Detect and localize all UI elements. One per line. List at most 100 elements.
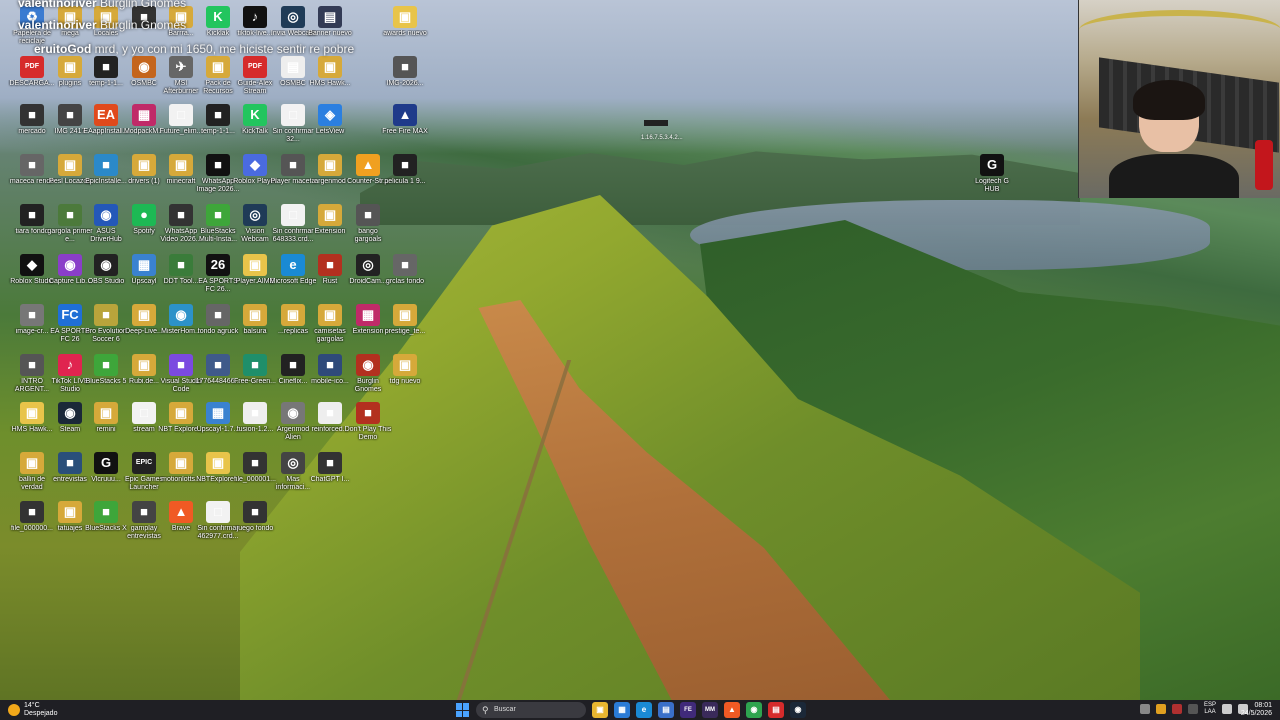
app-icon: ■ — [20, 154, 44, 176]
app-icon: ■ — [243, 402, 267, 424]
tray-app-icon[interactable] — [1172, 704, 1182, 714]
app-icon: ▲ — [393, 104, 417, 126]
chat-username: valentinoriver — [18, 18, 97, 32]
app-icon: ◎ — [281, 452, 305, 474]
store-icon[interactable]: ▤ — [658, 702, 674, 718]
weather-widget[interactable]: 14°C Despejado — [8, 702, 57, 718]
app-icon: □ — [206, 501, 230, 523]
desktop-icon[interactable]: ▣ awards nuevo — [381, 2, 429, 50]
app-icon: ■ — [132, 501, 156, 523]
chat-text: Burglin Gnomes — [100, 0, 187, 10]
widgets-icon[interactable]: ▦ — [614, 702, 630, 718]
desktop-icon[interactable]: ■ pelicula 1 9... — [381, 150, 429, 198]
app-icon: ▣ — [132, 304, 156, 326]
app-icon: e — [281, 254, 305, 276]
app-icon: ▣ — [393, 6, 417, 28]
app-icon: ■ — [356, 402, 380, 424]
desktop-icon[interactable]: ▣ HMS Hawk... — [306, 52, 354, 100]
chrome-icon[interactable]: ◉ — [746, 702, 762, 718]
steam-icon[interactable]: ◉ — [790, 702, 806, 718]
desktop-icon-label: bango gargoals — [354, 228, 382, 243]
app-icon: ▤ — [281, 56, 305, 78]
app-icon: ◉ — [169, 304, 193, 326]
mm-icon[interactable]: MM — [702, 702, 718, 718]
language-indicator[interactable]: ESP LAA — [1204, 702, 1216, 716]
app-icon: ▣ — [318, 204, 342, 226]
app-icon: ■ — [206, 204, 230, 226]
app-icon: ◉ — [94, 204, 118, 226]
app-icon: ■ — [318, 254, 342, 276]
windows-logo-icon — [456, 710, 462, 717]
desktop-icon-label: tdg nuevo — [389, 378, 421, 385]
fe-icon[interactable]: FE — [680, 702, 696, 718]
desktop-icon[interactable]: ■ IMG-2026... — [381, 52, 429, 100]
file-explorer-icon[interactable]: ▣ — [592, 702, 608, 718]
app-icon: ▣ — [318, 154, 342, 176]
desktop-icon[interactable]: ■ ChatGPT I... — [306, 448, 354, 496]
app-icon: ▣ — [243, 304, 267, 326]
app-icon: ♪ — [58, 354, 82, 376]
app-icon: ✈ — [169, 56, 193, 78]
desktop-icon-label: ChatGPT I... — [310, 476, 350, 483]
app-icon: ▦ — [356, 304, 380, 326]
system-tray: ESP LAA — [1140, 702, 1249, 716]
brave-icon[interactable]: ▲ — [724, 702, 740, 718]
desktop-icon-label: IMG-2026... — [386, 80, 424, 87]
search-placeholder: Buscar — [494, 706, 516, 713]
app-icon: ■ — [94, 304, 118, 326]
app-icon: ◈ — [318, 104, 342, 126]
desktop-icon[interactable]: ▲ Free Fire MAX — [381, 100, 429, 148]
app-icon: ▣ — [20, 402, 44, 424]
app-icon: ■ — [393, 56, 417, 78]
app-icon: ● — [132, 204, 156, 226]
app-icon: ▲ — [169, 501, 193, 523]
app-icon: ▦ — [132, 104, 156, 126]
app-icon: ■ — [318, 402, 342, 424]
chat-message: valentinoriver Burglin Gnomes — [18, 0, 186, 10]
clock[interactable]: 08:01 24/5/2026 — [1241, 702, 1272, 718]
chevron-up-icon[interactable] — [1140, 704, 1150, 714]
webcam-hair — [1133, 80, 1205, 120]
weather-temp: 14°C — [24, 702, 40, 709]
app-icon: ▣ — [58, 56, 82, 78]
app-icon: ■ — [94, 501, 118, 523]
chat-text: mrd, y yo con mi 1650, me hiciste sentir… — [94, 42, 355, 56]
app-icon: ■ — [58, 452, 82, 474]
app-icon: EPIC — [132, 452, 156, 474]
desktop-icon[interactable]: ▣ tdg nuevo — [381, 350, 429, 398]
desktop-icon[interactable]: ▣ prestige_te... — [381, 300, 429, 348]
windows-logo-icon — [456, 703, 462, 710]
app-icon: ▣ — [58, 501, 82, 523]
desktop-icon-label: Logitech G HUB — [975, 178, 1009, 193]
windows-logo-icon — [463, 703, 469, 710]
app-icon: ▣ — [281, 304, 305, 326]
tray-app-icon[interactable] — [1188, 704, 1198, 714]
desktop-icon[interactable]: ■ bango gargoals — [344, 200, 392, 248]
chat-message: valentinoriver Burglin Gnomes — [18, 18, 186, 32]
app-icon: ▣ — [132, 354, 156, 376]
desktop-icon[interactable]: G Logitech G HUB — [968, 150, 1016, 198]
edge-icon[interactable]: e — [636, 702, 652, 718]
app-icon: ▣ — [169, 452, 193, 474]
app-icon: ■ — [94, 154, 118, 176]
app-icon: ◉ — [132, 56, 156, 78]
desktop-icon-label: Don't Play This Demo — [344, 426, 392, 441]
app-icon: ■ — [281, 154, 305, 176]
desktop-icon[interactable]: ◈ LetsView — [306, 100, 354, 148]
weather-text: 14°C Despejado — [24, 702, 57, 718]
pdf-icon[interactable]: ▤ — [768, 702, 784, 718]
app-icon: ♪ — [243, 6, 267, 28]
start-button[interactable] — [456, 703, 470, 717]
tray-app-icon[interactable] — [1156, 704, 1166, 714]
desktop-icon[interactable]: ■ juego fondo — [231, 497, 279, 545]
taskbar-search[interactable]: ⚲ Buscar — [476, 702, 586, 718]
app-icon: K — [243, 104, 267, 126]
lang-bottom: LAA — [1204, 709, 1216, 715]
app-icon: ■ — [318, 354, 342, 376]
app-icon: FC — [58, 304, 82, 326]
app-icon: ■ — [356, 204, 380, 226]
desktop-icon-floating[interactable]: 1.16.7.5.3.4.2... — [641, 120, 683, 141]
desktop-icon[interactable]: ■ Don't Play This Demo — [344, 398, 392, 446]
desktop-icon[interactable]: ■ grclas fondo — [381, 250, 429, 298]
network-icon[interactable] — [1222, 704, 1233, 714]
